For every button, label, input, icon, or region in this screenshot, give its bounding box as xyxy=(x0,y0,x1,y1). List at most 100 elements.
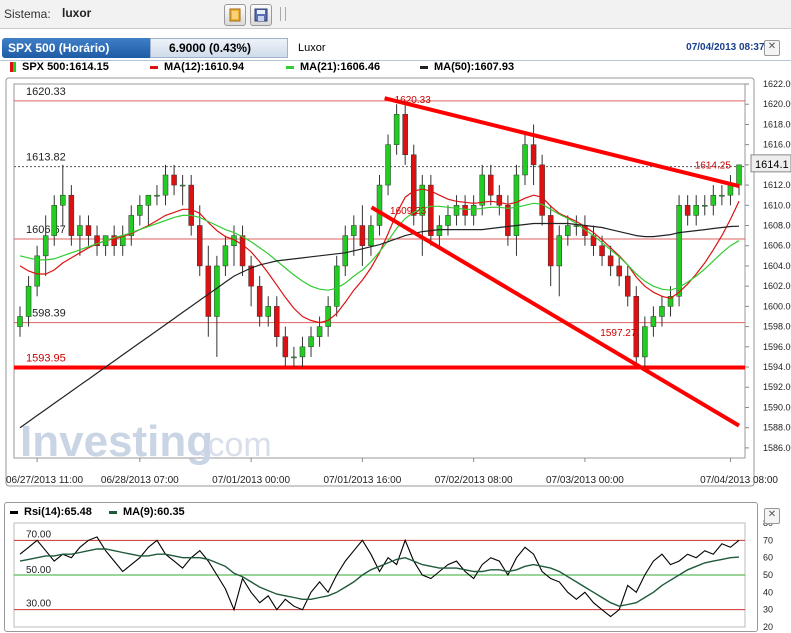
save-icon[interactable] xyxy=(250,4,272,26)
candle-body xyxy=(522,144,528,176)
rsi-swatch-icon xyxy=(10,510,18,514)
candle-body xyxy=(308,336,314,348)
rsi-legend-text: Rsi(14):65.48 xyxy=(24,506,92,518)
candle-body xyxy=(565,225,571,236)
candle-body xyxy=(479,174,485,206)
candle-body xyxy=(436,225,443,236)
candle-body xyxy=(359,225,366,246)
x-tick-label: 07/04/2013 08:00 xyxy=(700,475,778,486)
y-tick-label: 1590.00 xyxy=(763,402,791,412)
candle-body xyxy=(462,205,468,216)
y-tick-label: 1600.00 xyxy=(763,301,791,311)
candle-body xyxy=(736,164,742,186)
candle-body xyxy=(162,174,169,196)
y-tick-label: 1606.00 xyxy=(763,241,791,251)
candle-body xyxy=(17,316,23,327)
candle-body xyxy=(684,205,691,216)
folder-icon[interactable] xyxy=(224,4,246,26)
rsi-y-tick-label: 30 xyxy=(763,605,773,615)
candle-body xyxy=(556,235,562,267)
candle-body xyxy=(376,184,383,226)
candle-body xyxy=(137,205,143,216)
rsi-chart[interactable]: 8070605040302070.0050.0030.00 xyxy=(0,503,791,633)
y-tick-label: 1618.00 xyxy=(763,119,791,129)
rsi-level-label: 70.00 xyxy=(26,529,51,540)
legend-ma21-text: MA(21):1606.46 xyxy=(300,61,381,73)
level-label: 1620.33 xyxy=(26,86,66,98)
price-annotation: 1609.23 xyxy=(390,206,427,217)
y-tick-label: 1622.00 xyxy=(763,79,791,89)
candle-body xyxy=(530,144,537,166)
candle-body xyxy=(676,205,682,297)
rsi-y-tick-label: 70 xyxy=(763,535,773,545)
sistema-value[interactable]: luxor xyxy=(62,6,91,20)
rsi-level-label: 50.00 xyxy=(26,565,51,576)
candle-body xyxy=(239,235,246,267)
candle-body xyxy=(154,194,160,197)
x-tick-label: 07/02/2013 08:00 xyxy=(435,475,513,486)
candle-body xyxy=(402,114,408,156)
x-tick-label: 07/01/2013 00:00 xyxy=(212,475,290,486)
candle-body xyxy=(445,215,451,226)
level-label: 1593.95 xyxy=(26,353,66,365)
candle-body xyxy=(179,184,186,187)
level-label: 1613.82 xyxy=(26,152,66,164)
candle-body xyxy=(659,306,665,317)
y-tick-label: 1586.00 xyxy=(763,443,791,453)
y-tick-label: 1594.00 xyxy=(763,362,791,372)
rsi-close-icon[interactable]: ✕ xyxy=(764,508,780,524)
system-name[interactable]: Luxor xyxy=(298,42,326,54)
y-tick-label: 1608.00 xyxy=(763,221,791,231)
candle-body xyxy=(505,205,511,236)
candle-body xyxy=(650,316,657,327)
candle-body xyxy=(282,336,289,358)
rsi-y-tick-label: 50 xyxy=(763,570,773,580)
x-tick-label: 06/28/2013 07:00 xyxy=(101,475,179,486)
candle-body xyxy=(599,245,605,257)
watermark-investing: Investing xyxy=(20,417,213,466)
last-price-label: 1614.1 xyxy=(755,159,789,171)
y-tick-label: 1612.00 xyxy=(763,180,791,190)
y-tick-label: 1620.00 xyxy=(763,99,791,109)
x-tick-label: 06/27/2013 11:00 xyxy=(6,475,84,486)
candle-body xyxy=(85,225,92,236)
candle-body xyxy=(291,356,297,359)
y-tick-label: 1592.00 xyxy=(763,382,791,392)
candle-body xyxy=(171,174,177,186)
candle-body xyxy=(453,205,460,216)
rsi-legend: Rsi(14):65.48 MA(9):60.35 xyxy=(0,506,791,518)
plot-area xyxy=(13,83,746,459)
candle-body xyxy=(145,194,152,206)
close-icon[interactable]: ✕ xyxy=(764,40,780,56)
y-tick-label: 1602.00 xyxy=(763,281,791,291)
candle-body xyxy=(316,326,323,337)
candle-body xyxy=(256,285,263,317)
price-annotation: 1614.25 xyxy=(695,160,732,171)
ma21-swatch-icon xyxy=(286,65,294,69)
top-toolbar: Sistema: luxor xyxy=(0,0,791,29)
sistema-label: Sistema: xyxy=(4,7,51,21)
x-tick-label: 07/03/2013 00:00 xyxy=(546,475,624,486)
candle-body xyxy=(197,225,203,267)
candle-body xyxy=(51,205,57,236)
symbol-tab[interactable]: SPX 500 (Horário) xyxy=(2,38,152,58)
legend-price: SPX 500:1614.15 xyxy=(10,61,109,75)
candle-body xyxy=(719,194,725,197)
candle-body xyxy=(77,225,83,236)
rsima-swatch-icon xyxy=(108,510,117,514)
rsi-y-tick-label: 60 xyxy=(763,553,773,563)
candle-body xyxy=(616,265,622,277)
candle-body xyxy=(539,164,545,216)
ma12-swatch-icon xyxy=(150,65,158,69)
price-change: 6.9000 (0.43%) xyxy=(150,38,288,58)
chart-header: SPX 500 (Horário) 6.9000 (0.43%) Luxor 0… xyxy=(0,36,791,61)
candle-body xyxy=(488,174,494,196)
candle-body xyxy=(42,235,49,257)
candle-body xyxy=(633,296,640,358)
y-tick-label: 1616.00 xyxy=(763,140,791,150)
legend-price-text: SPX 500:1614.15 xyxy=(22,61,109,73)
candle-body xyxy=(710,194,717,206)
price-annotation: 1620.33 xyxy=(395,95,432,106)
price-chart[interactable]: Investing.com 1622.00 1620.00 1618.00 1616.0… xyxy=(0,76,791,491)
candle-body xyxy=(333,265,340,307)
